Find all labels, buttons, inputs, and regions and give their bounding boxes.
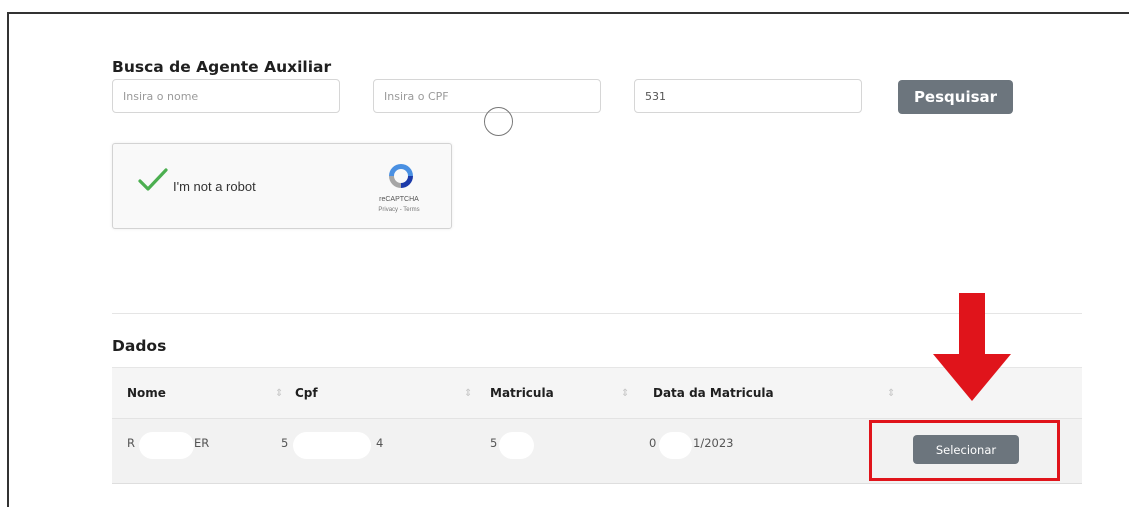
captcha-label: I'm not a robot	[173, 179, 256, 194]
cell-cpf-start: 5	[281, 436, 289, 450]
redaction	[499, 432, 534, 459]
name-input[interactable]	[112, 79, 340, 113]
mouse-cursor-indicator	[484, 107, 513, 136]
recaptcha-widget[interactable]: I'm not a robot reCAPTCHA Privacy - Term…	[112, 143, 452, 229]
recaptcha-links[interactable]: Privacy - Terms	[369, 207, 429, 213]
column-header-matricula[interactable]: Matricula	[490, 368, 554, 419]
redaction	[139, 432, 194, 459]
redaction	[293, 432, 371, 459]
dados-title: Dados	[112, 337, 167, 355]
cell-nome-start: R	[127, 436, 135, 450]
redaction	[659, 432, 692, 459]
sort-icon[interactable]: ⇕	[275, 368, 283, 419]
recaptcha-brand: reCAPTCHA	[379, 196, 419, 203]
cell-nome-end: ER	[194, 436, 210, 450]
recaptcha-logo-icon	[386, 161, 416, 195]
search-title: Busca de Agente Auxiliar	[112, 58, 332, 76]
column-header-nome[interactable]: Nome	[127, 368, 166, 419]
cell-data-start: 0	[649, 436, 657, 450]
column-header-data[interactable]: Data da Matricula	[653, 368, 774, 419]
sort-icon[interactable]: ⇕	[621, 368, 629, 419]
cell-cpf-end: 4	[376, 436, 384, 450]
search-button[interactable]: Pesquisar	[898, 80, 1013, 114]
cell-matricula: 5	[490, 436, 498, 450]
sort-icon[interactable]: ⇕	[887, 368, 895, 419]
sort-icon[interactable]: ⇕	[464, 368, 472, 419]
cell-data-end: 1/2023	[693, 436, 734, 450]
red-arrow-down	[930, 293, 1014, 407]
matricula-input[interactable]	[634, 79, 862, 113]
column-header-cpf[interactable]: Cpf	[295, 368, 318, 419]
cpf-input[interactable]	[373, 79, 601, 113]
highlight-box	[869, 420, 1060, 481]
checkmark-icon[interactable]	[137, 166, 169, 198]
